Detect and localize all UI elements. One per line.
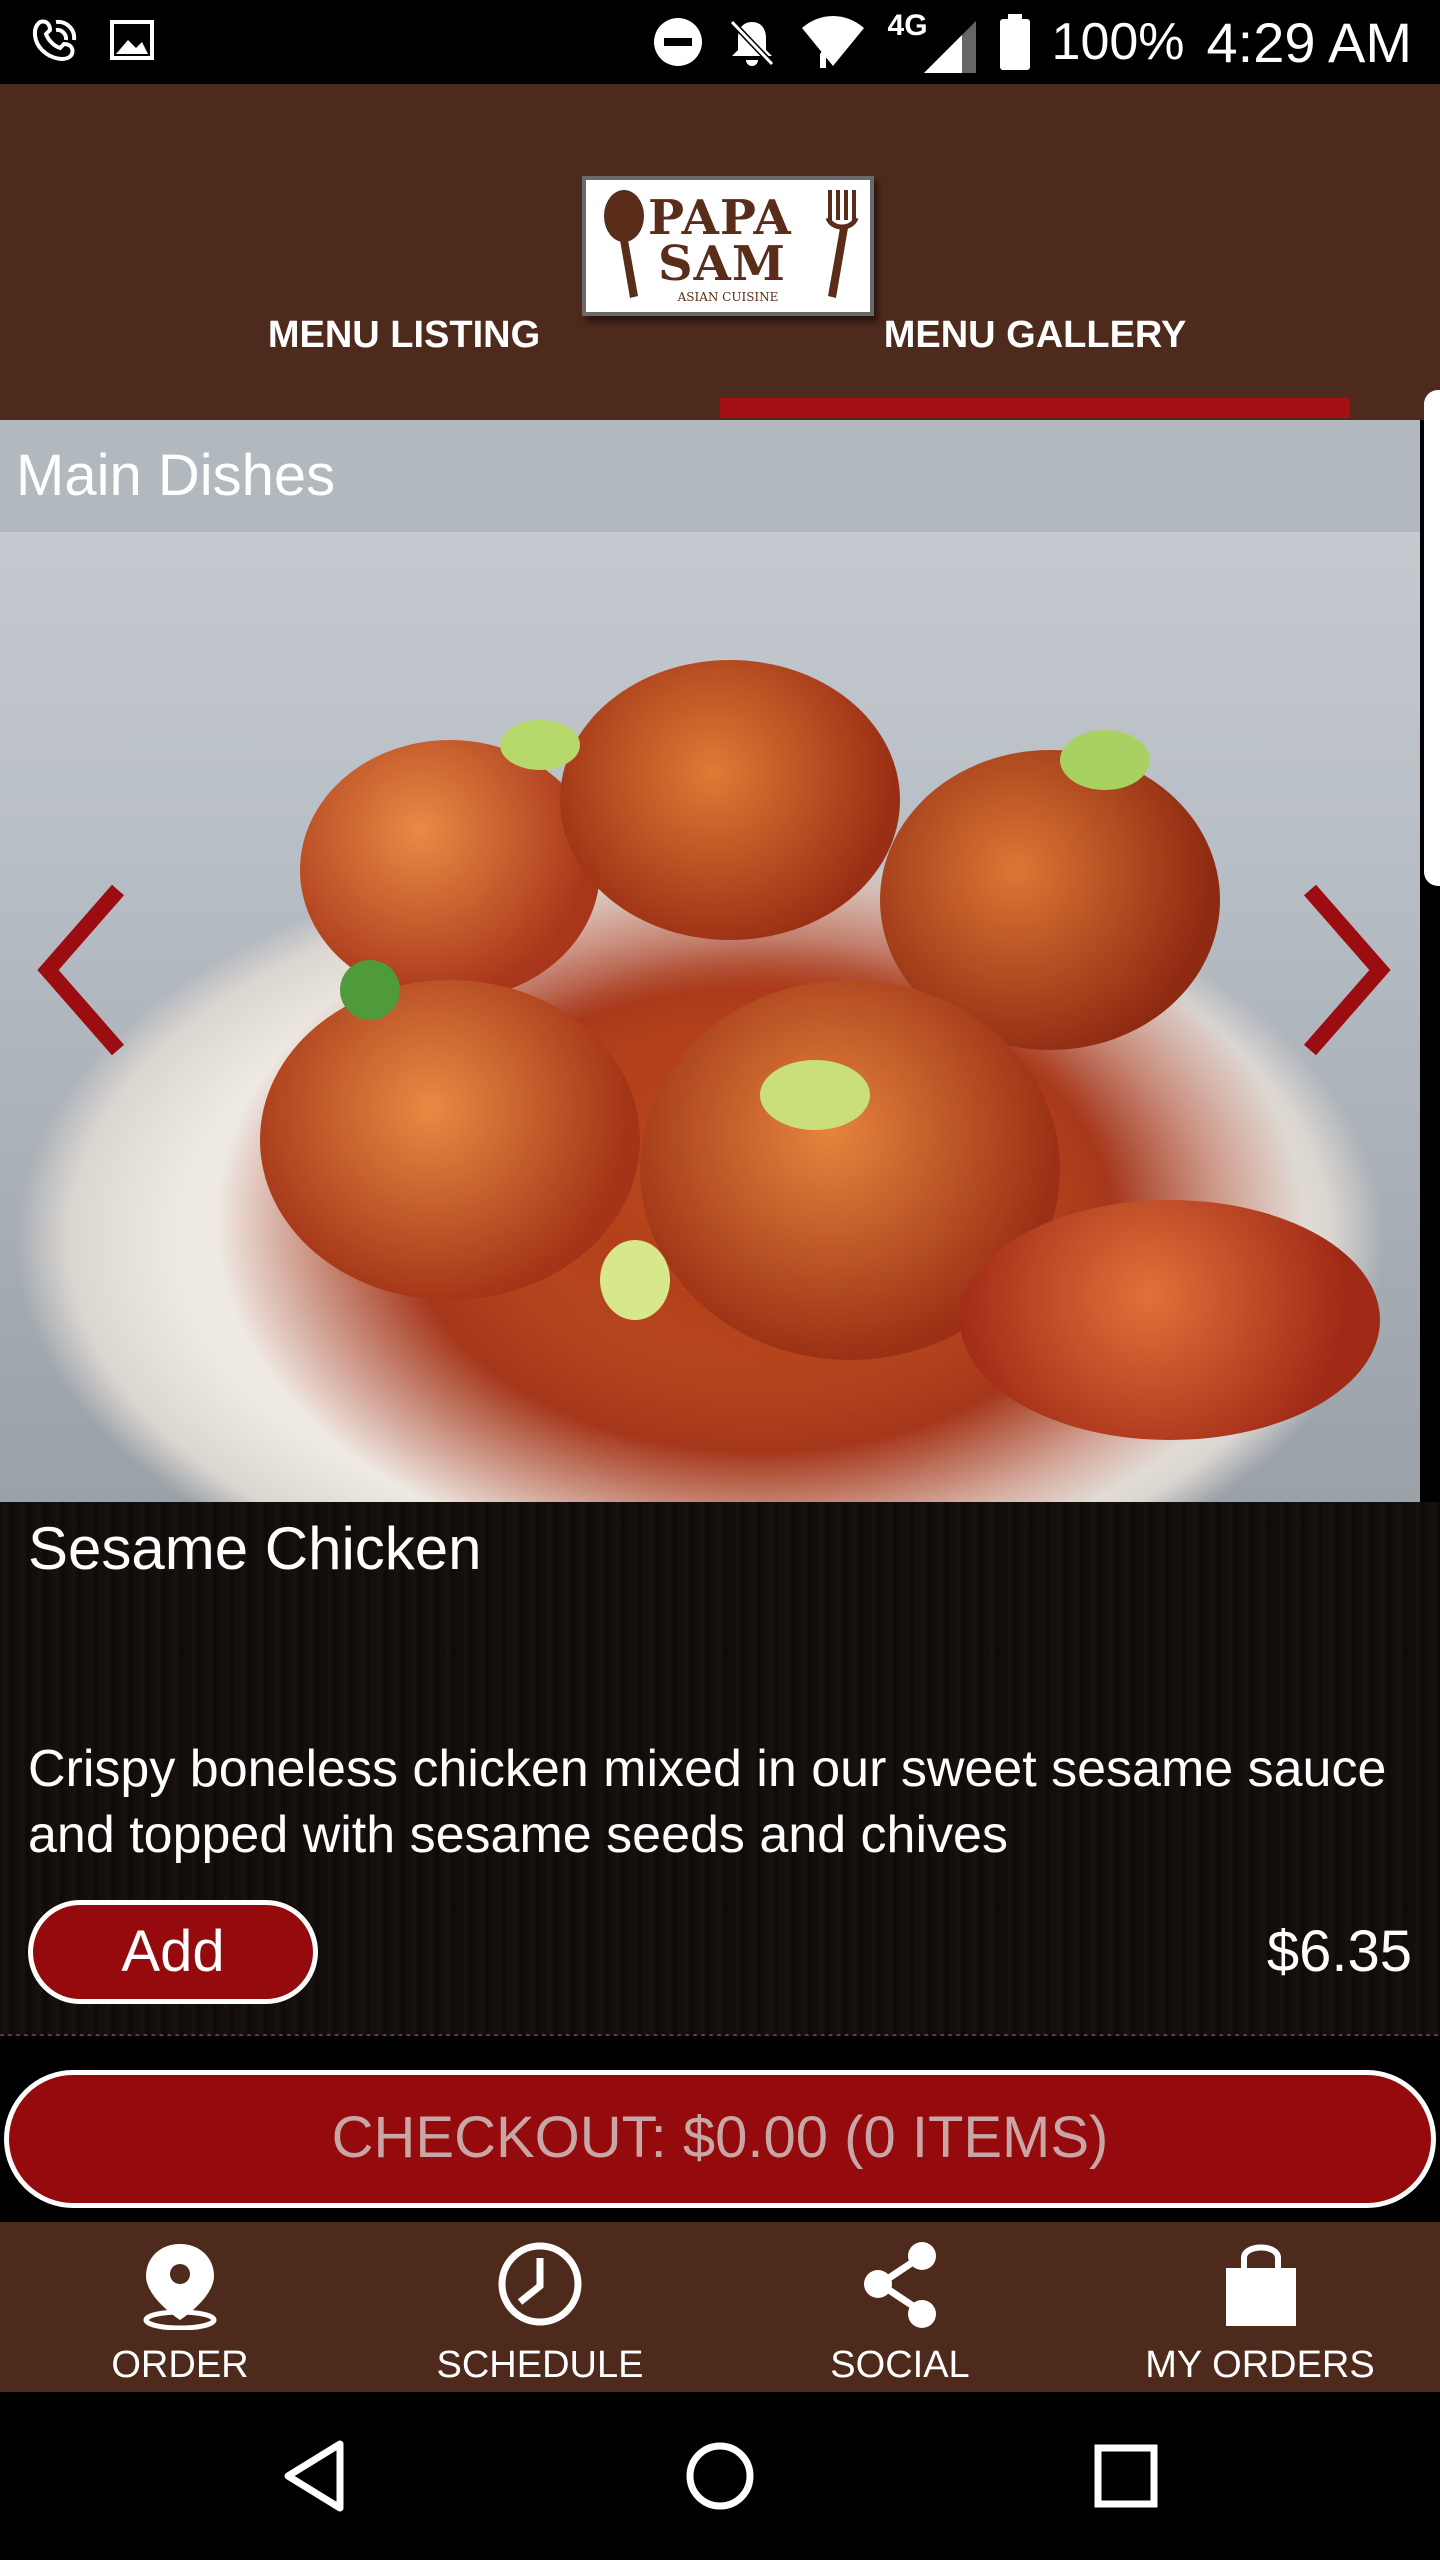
wifi-calling-icon	[33, 19, 77, 61]
drawer-handle[interactable]	[1424, 390, 1440, 886]
nav-order[interactable]: ORDER	[0, 2222, 360, 2392]
chive-piece	[760, 1060, 870, 1130]
logo-line2: SAM	[658, 236, 787, 292]
recents-icon[interactable]	[1086, 2436, 1166, 2516]
item-price: $6.35	[1266, 1919, 1412, 1984]
home-icon[interactable]	[680, 2436, 760, 2516]
food-piece	[960, 1200, 1380, 1440]
add-button[interactable]: Add	[28, 1900, 318, 2004]
system-navigation-bar	[0, 2392, 1440, 2560]
nav-label: SOCIAL	[830, 2344, 970, 2386]
do-not-disturb-icon	[653, 18, 702, 66]
nav-schedule[interactable]: SCHEDULE	[360, 2222, 720, 2392]
category-banner: Main Dishes	[0, 420, 1420, 532]
chive-piece	[1060, 730, 1150, 790]
checkout-button[interactable]: CHECKOUT: $0.00 (0 ITEMS)	[4, 2070, 1436, 2208]
image-icon	[110, 20, 154, 60]
chive-piece	[500, 720, 580, 770]
tab-label: MENU GALLERY	[883, 314, 1187, 356]
nav-label: MY ORDERS	[1145, 2344, 1375, 2386]
chive-piece	[600, 1240, 670, 1320]
food-piece	[560, 660, 900, 940]
clock: 4:29 AM	[1206, 10, 1412, 74]
papa-sam-logo: PAPA SAM ASIAN CUISINE	[582, 176, 874, 316]
chevron-right-icon[interactable]	[1290, 880, 1400, 1060]
tab-menu-listing[interactable]: MENU LISTING	[88, 306, 720, 418]
battery-percent: 100%	[1051, 13, 1185, 71]
chive-piece	[340, 960, 400, 1020]
tab-label: MENU LISTING	[267, 314, 541, 356]
tab-selected-indicator	[720, 398, 1350, 418]
wifi-icon	[801, 16, 864, 68]
nav-my-orders[interactable]: MY ORDERS	[1080, 2222, 1440, 2392]
logo-subtitle: ASIAN CUISINE	[677, 290, 779, 304]
share-icon	[864, 2242, 936, 2328]
category-title: Main Dishes	[16, 443, 336, 508]
location-pin-icon	[143, 2244, 217, 2330]
nav-label: SCHEDULE	[436, 2344, 644, 2386]
app-header: PAPA SAM ASIAN CUISINE MENU LISTING MENU…	[0, 84, 1440, 420]
bottom-nav: ORDER SCHEDULE SOCIAL MY ORDERS	[0, 2222, 1440, 2392]
chevron-left-icon[interactable]	[28, 880, 138, 1060]
food-piece	[260, 980, 640, 1300]
notifications-off-icon	[729, 19, 774, 67]
signal-icon	[923, 21, 976, 73]
back-icon[interactable]	[276, 2436, 356, 2516]
battery-icon	[999, 14, 1030, 70]
item-name: Sesame Chicken	[28, 1515, 482, 1582]
nav-social[interactable]: SOCIAL	[720, 2222, 1080, 2392]
nav-label: ORDER	[111, 2344, 249, 2386]
dish-photo[interactable]: Main Dishes	[0, 420, 1420, 1502]
shopping-bag-icon	[1226, 2244, 1296, 2326]
clock-icon	[498, 2242, 582, 2326]
food-piece	[300, 740, 600, 1000]
item-description: Crispy boneless chicken mixed in our swe…	[28, 1740, 1387, 1864]
status-bar: 4G 100% 4:29 AM	[0, 0, 1440, 84]
